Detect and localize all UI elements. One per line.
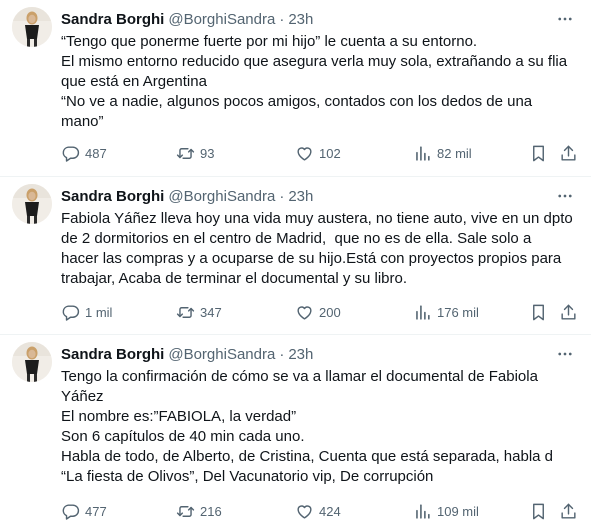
more-icon[interactable] bbox=[555, 344, 575, 364]
reply-icon bbox=[62, 145, 80, 162]
reply-count: 487 bbox=[85, 145, 107, 161]
retweet-icon bbox=[176, 147, 195, 159]
tweet-actions: 477 216 424 109 mil bbox=[61, 501, 579, 521]
retweet-icon bbox=[176, 505, 195, 517]
tweet-text-line: El mismo entorno reducido que asegura ve… bbox=[61, 53, 568, 70]
bookmark-button[interactable] bbox=[529, 501, 548, 521]
separator-dot: · bbox=[279, 10, 285, 28]
tweet-text: Tengo la confirmación de cómo se va a ll… bbox=[61, 367, 575, 487]
tweet-text-line: Son 6 capítulos de 40 min cada uno. bbox=[61, 428, 305, 445]
like-button[interactable]: 200 bbox=[295, 302, 341, 322]
tweet-time[interactable]: 23h bbox=[288, 11, 313, 28]
tweet-header: Sandra Borghi @BorghiSandra · 23h bbox=[61, 186, 575, 206]
tweet-text-line: trabajar, Acaba de terminar el documenta… bbox=[61, 270, 408, 287]
more-icon[interactable] bbox=[555, 186, 575, 206]
like-count: 424 bbox=[319, 503, 341, 519]
bookmark-icon bbox=[533, 145, 544, 161]
bookmark-icon bbox=[533, 304, 544, 320]
retweet-count: 216 bbox=[200, 503, 222, 519]
tweet-text-line: hacer las compras y a ocuparse de su hij… bbox=[61, 250, 562, 267]
separator-dot: · bbox=[279, 345, 285, 363]
tweet-actions: 1 mil 347 200 176 mil bbox=[61, 302, 579, 322]
views-icon bbox=[416, 145, 430, 161]
views-button[interactable]: 82 mil bbox=[413, 143, 472, 163]
tweet-actions: 487 93 102 82 mil bbox=[61, 143, 579, 163]
tweet-header: Sandra Borghi @BorghiSandra · 23h bbox=[61, 9, 575, 29]
reply-button[interactable]: 1 mil bbox=[61, 302, 112, 322]
tweet-time[interactable]: 23h bbox=[288, 188, 313, 205]
tweet-text-line: Tengo la confirmación de cómo se va a ll… bbox=[61, 368, 538, 385]
views-button[interactable]: 109 mil bbox=[413, 501, 479, 521]
tweet-text-line: mano” bbox=[61, 113, 104, 130]
retweet-button[interactable]: 93 bbox=[176, 143, 214, 163]
tweet-text: Fabiola Yáñez lleva hoy una vida muy aus… bbox=[61, 209, 575, 289]
retweet-icon bbox=[176, 306, 195, 318]
tweet-time[interactable]: 23h bbox=[288, 346, 313, 363]
share-button[interactable] bbox=[559, 501, 578, 521]
retweet-count: 93 bbox=[200, 145, 215, 161]
views-count: 82 mil bbox=[437, 145, 472, 161]
tweet-text-line: Yáñez bbox=[61, 388, 104, 405]
views-button[interactable]: 176 mil bbox=[413, 302, 479, 322]
bookmark-icon bbox=[533, 503, 544, 519]
reply-button[interactable]: 487 bbox=[61, 143, 107, 163]
like-icon bbox=[297, 504, 312, 519]
bookmark-button[interactable] bbox=[529, 143, 548, 163]
share-button[interactable] bbox=[559, 143, 578, 163]
reply-button[interactable]: 477 bbox=[61, 501, 107, 521]
avatar[interactable] bbox=[12, 184, 52, 224]
reply-count: 1 mil bbox=[85, 304, 113, 320]
tweet[interactable]: Sandra Borghi @BorghiSandra · 23h Tengo … bbox=[0, 335, 591, 524]
author-name[interactable]: Sandra Borghi bbox=[61, 188, 164, 205]
tweet-text-line: “No ve a nadie, algunos pocos amigos, co… bbox=[61, 93, 533, 110]
author-handle[interactable]: @BorghiSandra bbox=[168, 346, 275, 363]
share-icon bbox=[561, 304, 576, 320]
like-icon bbox=[297, 305, 312, 320]
like-icon bbox=[297, 146, 312, 161]
share-icon bbox=[561, 145, 576, 161]
separator-dot: · bbox=[279, 187, 285, 205]
reply-icon bbox=[62, 503, 80, 520]
bookmark-button[interactable] bbox=[529, 302, 548, 322]
tweet-text-line: “La fiesta de Olivos”, Del Vacunatorio v… bbox=[61, 468, 434, 485]
avatar[interactable] bbox=[12, 7, 52, 47]
views-icon bbox=[416, 304, 430, 320]
timeline-feed: Sandra Borghi @BorghiSandra · 23h “Tengo… bbox=[0, 0, 591, 524]
author-handle[interactable]: @BorghiSandra bbox=[168, 11, 275, 28]
retweet-button[interactable]: 347 bbox=[176, 302, 222, 322]
avatar[interactable] bbox=[12, 342, 52, 382]
tweet-text: “Tengo que ponerme fuerte por mi hijo” l… bbox=[61, 32, 575, 132]
reply-count: 477 bbox=[85, 503, 107, 519]
share-icon bbox=[561, 503, 576, 519]
tweet[interactable]: Sandra Borghi @BorghiSandra · 23h “Tengo… bbox=[0, 0, 591, 177]
reply-icon bbox=[62, 304, 80, 321]
like-button[interactable]: 102 bbox=[295, 143, 341, 163]
tweet-text-line: Fabiola Yáñez lleva hoy una vida muy aus… bbox=[61, 210, 573, 227]
like-button[interactable]: 424 bbox=[295, 501, 341, 521]
tweet-header: Sandra Borghi @BorghiSandra · 23h bbox=[61, 344, 575, 364]
retweet-button[interactable]: 216 bbox=[176, 501, 222, 521]
tweet-text-line: “Tengo que ponerme fuerte por mi hijo” l… bbox=[61, 33, 478, 50]
like-count: 200 bbox=[319, 304, 341, 320]
views-count: 176 mil bbox=[437, 304, 479, 320]
author-handle[interactable]: @BorghiSandra bbox=[168, 188, 275, 205]
tweet[interactable]: Sandra Borghi @BorghiSandra · 23h Fabiol… bbox=[0, 177, 591, 335]
share-button[interactable] bbox=[559, 302, 578, 322]
views-icon bbox=[416, 503, 430, 519]
author-name[interactable]: Sandra Borghi bbox=[61, 346, 164, 363]
tweet-text-line: El nombre es:”FABIOLA, la verdad” bbox=[61, 408, 297, 425]
retweet-count: 347 bbox=[200, 304, 222, 320]
author-name[interactable]: Sandra Borghi bbox=[61, 11, 164, 28]
tweet-text-line: de 2 dormitorios en el centro de Madrid,… bbox=[61, 230, 532, 247]
tweet-text-line: que está en Argentina bbox=[61, 73, 207, 90]
views-count: 109 mil bbox=[437, 503, 479, 519]
tweet-text-line: Habla de todo, de Alberto, de Cristina, … bbox=[61, 448, 554, 465]
more-icon[interactable] bbox=[555, 9, 575, 29]
like-count: 102 bbox=[319, 145, 341, 161]
